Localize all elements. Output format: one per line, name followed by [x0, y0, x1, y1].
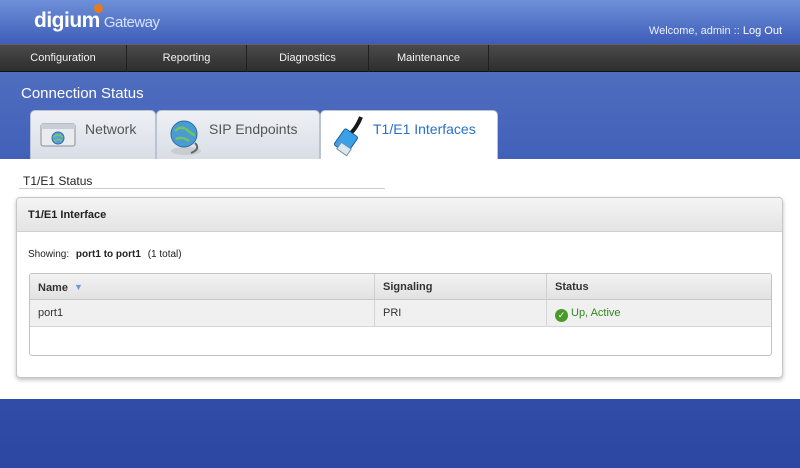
cable-icon: [331, 115, 367, 162]
nav-reporting[interactable]: Reporting: [127, 45, 247, 72]
showing-range: port1 to port1: [75, 249, 141, 260]
cell-name: port1: [38, 307, 64, 319]
status-text: Up, Active: [571, 307, 621, 319]
column-name-header[interactable]: Name ▼: [30, 274, 374, 300]
interface-panel: T1/E1 Interface Showing: port1 to port1 …: [16, 197, 783, 378]
logo-dot-icon: [94, 4, 103, 13]
sip-globe-icon: [167, 117, 203, 162]
brand-product: Gateway: [103, 14, 160, 31]
content-area: T1/E1 Status T1/E1 Interface Showing: po…: [0, 159, 800, 399]
column-status-header[interactable]: Status: [546, 274, 771, 300]
table-row[interactable]: port1 PRI ✓ Up, Active: [30, 300, 771, 327]
interfaces-table: Name ▼ Signaling Status port1 PRI ✓ Up, Ac…: [29, 273, 772, 356]
logo: digium Gateway: [34, 4, 160, 33]
cell-status: ✓ Up, Active: [546, 300, 771, 327]
tab-t1e1-interfaces[interactable]: T1/E1 Interfaces: [320, 110, 498, 161]
tab-sip-endpoints-label: SIP Endpoints: [209, 121, 298, 137]
sort-descending-icon[interactable]: ▼: [74, 274, 83, 300]
nav-configuration[interactable]: Configuration: [0, 45, 127, 72]
header: digium Gateway Welcome, admin :: Log Out: [0, 0, 800, 44]
user-area: Welcome, admin :: Log Out: [649, 25, 782, 37]
logout-link[interactable]: Log Out: [743, 25, 782, 37]
check-circle-icon: ✓: [555, 309, 568, 322]
tab-sip-endpoints[interactable]: SIP Endpoints: [156, 110, 320, 160]
showing-label: Showing:: [28, 249, 70, 260]
nav-maintenance[interactable]: Maintenance: [369, 45, 489, 72]
panel-title: T1/E1 Interface: [17, 198, 782, 232]
showing-summary: Showing: port1 to port1 (1 total): [28, 249, 182, 260]
showing-total: (1 total): [147, 249, 182, 260]
cell-signaling: PRI: [374, 300, 546, 327]
brand-name: digium: [34, 9, 100, 32]
tab-t1e1-interfaces-label: T1/E1 Interfaces: [373, 121, 476, 137]
nav-diagnostics[interactable]: Diagnostics: [247, 45, 369, 72]
main-nav: Configuration Reporting Diagnostics Main…: [0, 44, 800, 72]
tab-network[interactable]: Network: [30, 110, 156, 160]
column-name-label: Name: [38, 282, 68, 294]
section-title: T1/E1 Status: [23, 174, 93, 188]
table-header: Name ▼ Signaling Status: [30, 274, 771, 300]
column-signaling-header[interactable]: Signaling: [374, 274, 546, 300]
network-icon: [40, 123, 76, 154]
welcome-text: Welcome, admin ::: [648, 25, 740, 37]
tab-network-label: Network: [85, 121, 137, 137]
page-title: Connection Status: [21, 85, 144, 102]
section-divider: [19, 188, 385, 189]
